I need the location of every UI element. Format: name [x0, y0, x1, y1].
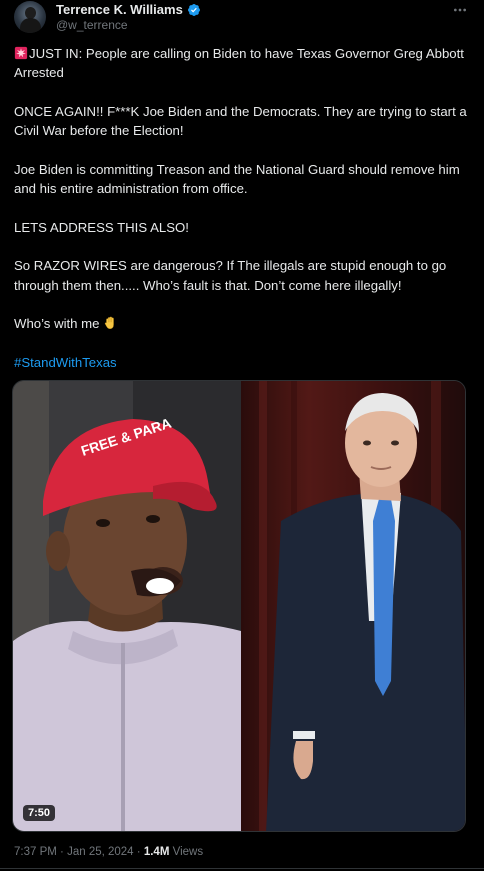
post-text: JUST IN: People are calling on Biden to …: [14, 44, 472, 372]
meta-separator: ·: [60, 846, 64, 858]
post-paragraph: ONCE AGAIN!! F***K Joe Biden and the Dem…: [14, 103, 467, 139]
author-avatar[interactable]: [14, 1, 46, 33]
post-paragraph: So RAZOR WIRES are dangerous? If The ill…: [14, 258, 447, 293]
verified-badge-icon: [187, 3, 200, 16]
divider: [0, 868, 484, 869]
post-paragraph: Joe Biden is committing Treason and the …: [14, 161, 460, 197]
post-metadata: 7:37 PM · Jan 25, 2024 · 1.4M Views: [14, 846, 203, 858]
meta-separator: ·: [136, 846, 141, 858]
raised-hand-emoji-icon: [104, 316, 114, 330]
video-duration-badge: 7:50: [23, 805, 56, 821]
avatar-silhouette-body: [20, 18, 41, 33]
post-header: Terrence K. Williams @w_terrence: [0, 0, 484, 40]
more-options-icon[interactable]: [452, 2, 468, 18]
post-paragraph-text: JUST IN: People are calling on Biden to …: [14, 46, 464, 81]
man-in-red-cap-image: FREE & PARA: [13, 381, 241, 831]
author-name[interactable]: Terrence K. Williams: [56, 2, 183, 17]
video-media[interactable]: FREE & PARA 7:50: [12, 380, 466, 832]
man-in-suit-image: [241, 381, 465, 831]
views-count: 1.4M: [143, 846, 170, 858]
views-label: Views: [172, 846, 204, 858]
hashtag-link[interactable]: #StandWithTexas: [14, 353, 472, 372]
post-paragraph-text: Who’s with me: [14, 316, 100, 332]
author-handle[interactable]: @w_terrence: [56, 18, 128, 32]
author-name-row[interactable]: Terrence K. Williams: [56, 2, 201, 17]
post-paragraph: LETS ADDRESS THIS ALSO!: [14, 219, 189, 235]
post-time[interactable]: 7:37 PM: [14, 846, 57, 858]
post-date[interactable]: Jan 25, 2024: [67, 846, 134, 858]
siren-emoji-icon: [14, 46, 28, 60]
video-right-frame: [241, 381, 465, 831]
video-left-frame: FREE & PARA: [13, 381, 241, 831]
post-paragraph: JUST IN: People are calling on Biden to …: [14, 44, 472, 83]
post-paragraph: Who’s with me: [14, 314, 472, 333]
